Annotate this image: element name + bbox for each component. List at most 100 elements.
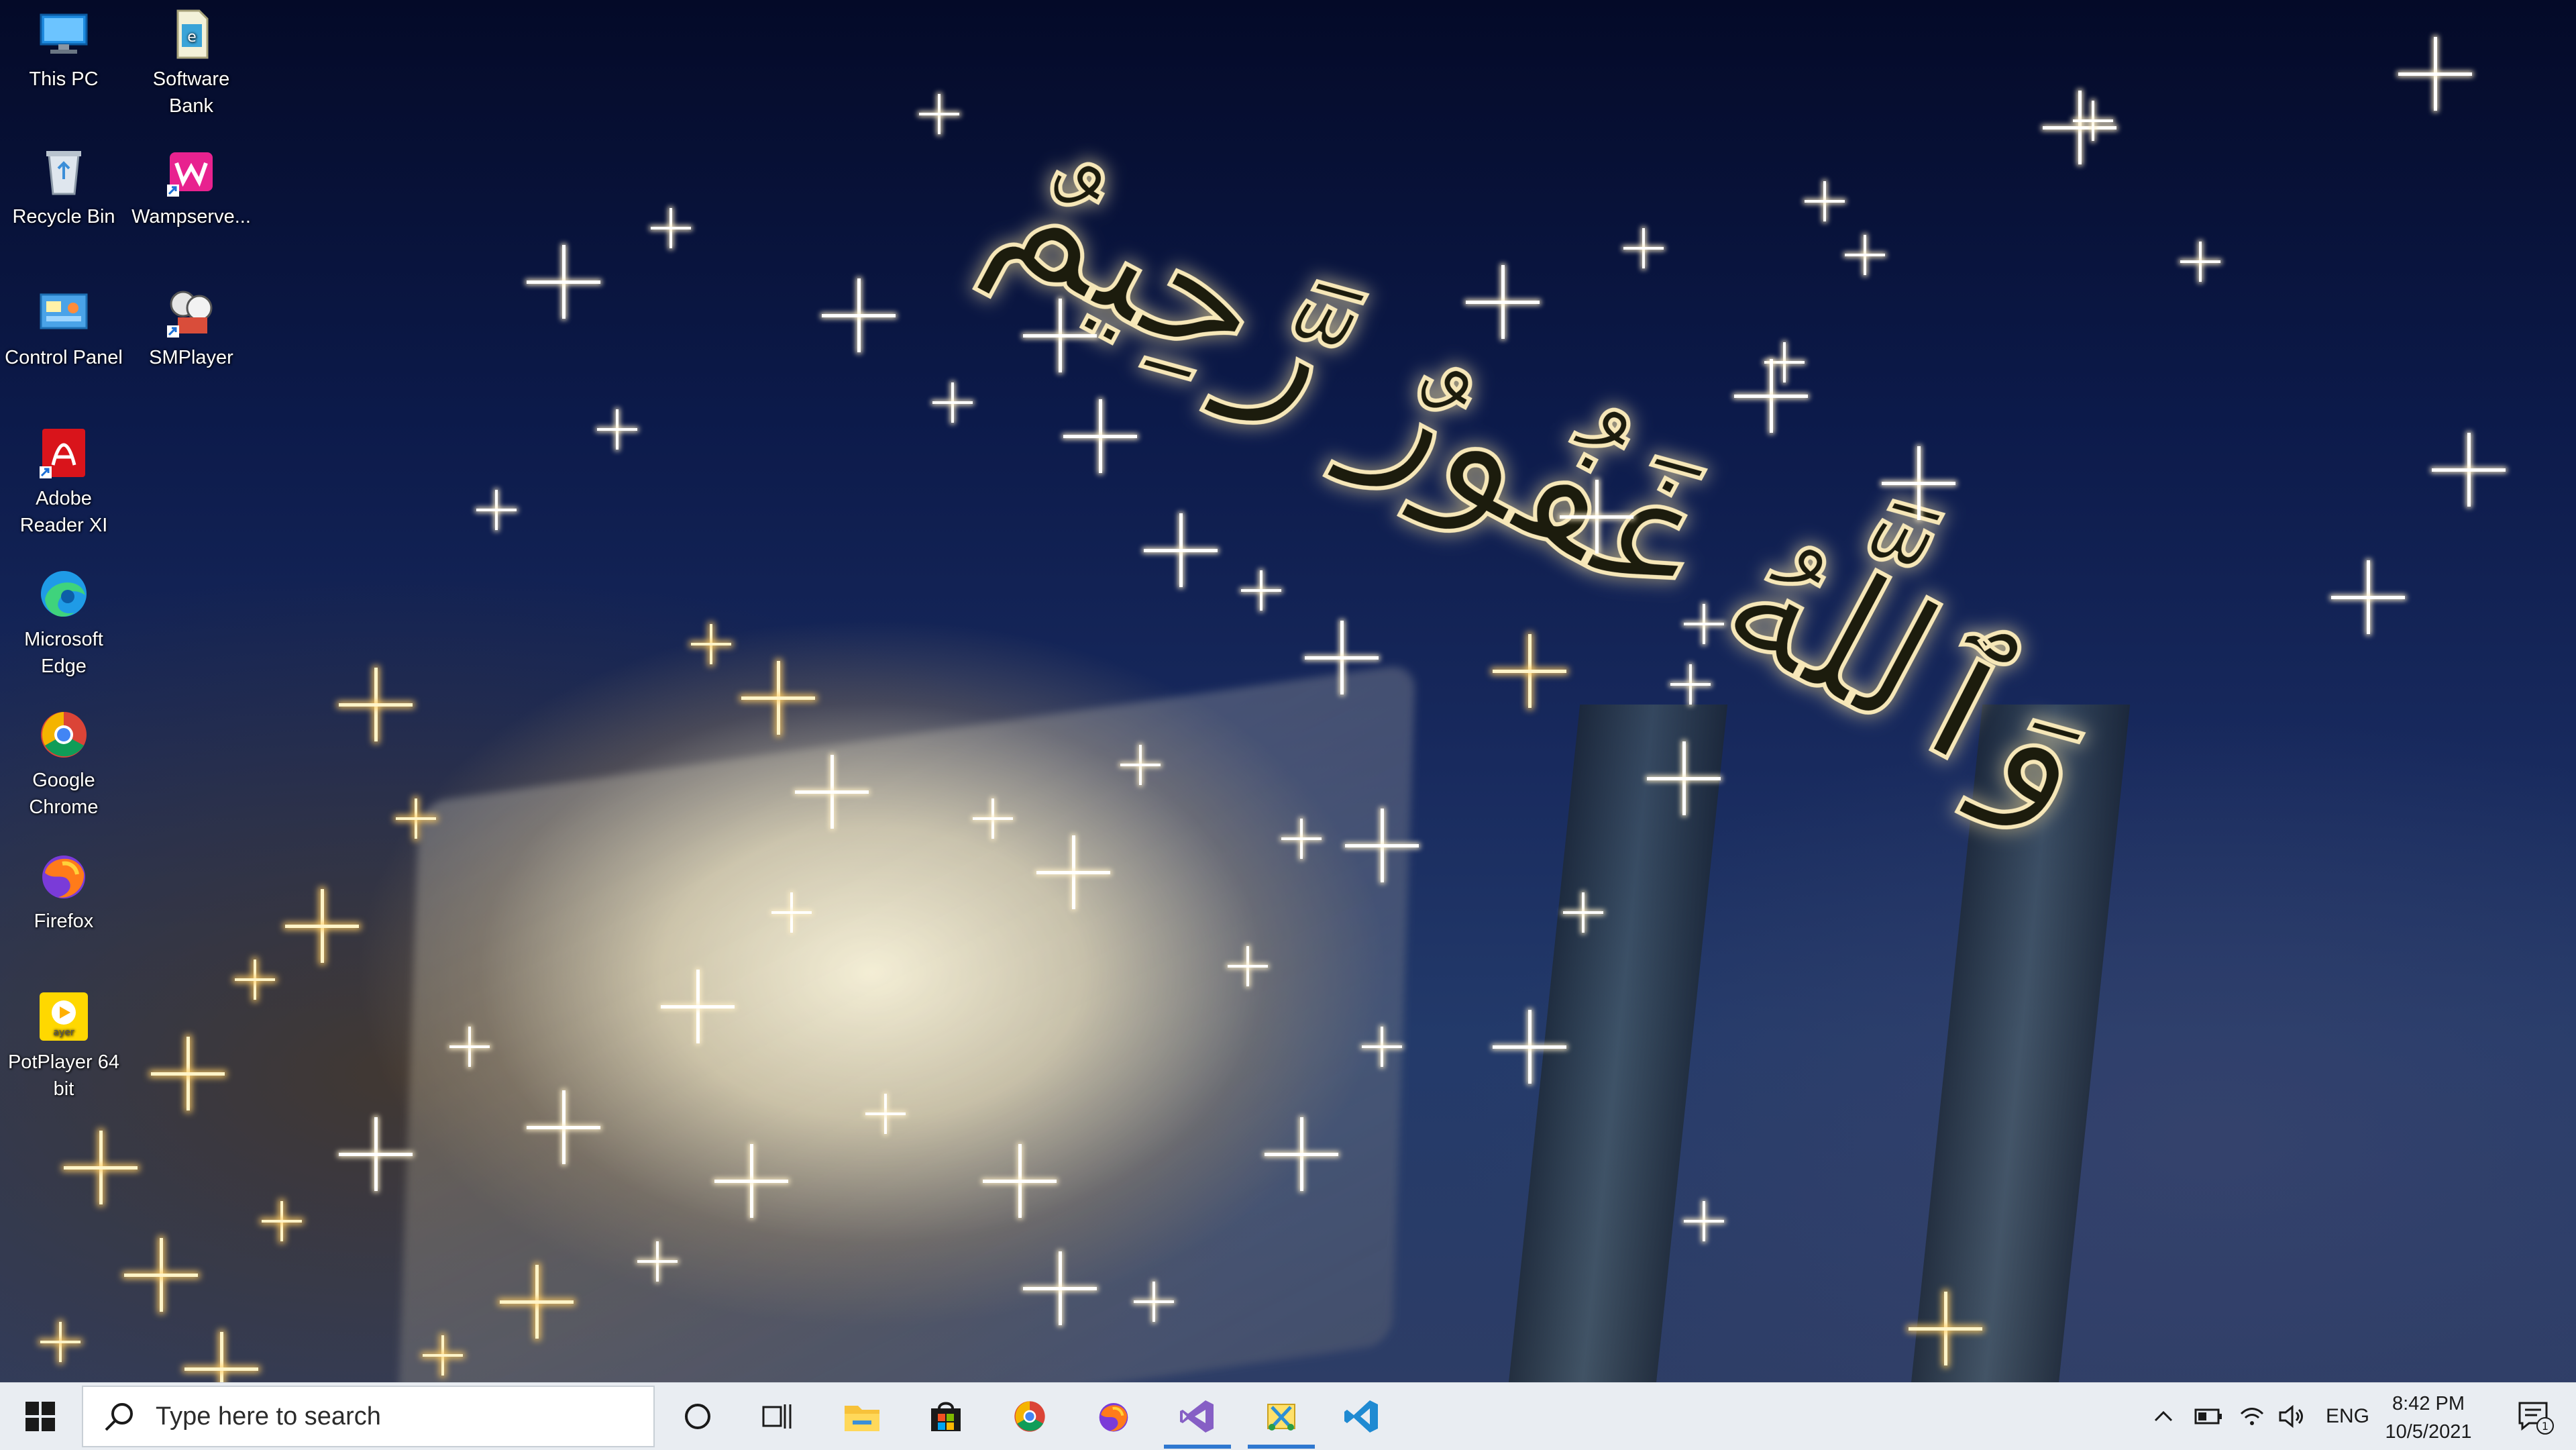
sparkle — [1563, 892, 1603, 933]
sparkle — [1845, 235, 1885, 275]
cortana-button[interactable] — [657, 1383, 738, 1450]
snipping-tool-button[interactable] — [1241, 1383, 1322, 1450]
cortana-icon — [685, 1404, 710, 1429]
sparkle — [1670, 664, 1711, 705]
taskbar-search-box[interactable]: Type here to search — [82, 1386, 655, 1447]
sparkle — [1265, 1117, 1338, 1191]
sparkle — [339, 1117, 413, 1191]
chrome-taskbar-button[interactable] — [989, 1383, 1070, 1450]
volume-icon[interactable] — [2277, 1403, 2307, 1430]
clock[interactable]: 8:42 PM 10/5/2021 — [2355, 1390, 2502, 1446]
wallpaper-calligraphy: وَٱللَّهُ غَفُورٌ رَّحِيمٌ — [961, 54, 2161, 858]
sparkle — [2073, 101, 2113, 141]
vscode-icon — [1344, 1400, 1378, 1433]
edge-icon — [36, 566, 92, 622]
sparkle — [1882, 446, 1955, 520]
sparkle — [1466, 265, 1540, 339]
desktop-icon-label: SMPlayer — [149, 347, 233, 368]
sparkle — [771, 892, 812, 933]
sparkle — [527, 1090, 600, 1164]
desktop-icon-label: Google Chrome — [29, 770, 99, 818]
desktop-icon-edge[interactable]: Microsoft Edge — [0, 560, 127, 680]
software-bank-icon: e — [163, 5, 219, 62]
sparkle — [597, 409, 637, 450]
sparkle — [1036, 835, 1110, 909]
sparkle — [741, 661, 815, 735]
chrome-icon — [1014, 1401, 1045, 1432]
microsoft-store-button[interactable] — [906, 1383, 986, 1450]
sparkle — [795, 755, 869, 829]
svg-text:e: e — [187, 29, 197, 46]
desktop-icon-label: Firefox — [34, 911, 94, 932]
sparkle — [983, 1144, 1057, 1218]
sparkle — [661, 970, 735, 1043]
sparkle — [1493, 1010, 1566, 1084]
desktop-icon-label: Software Bank — [152, 68, 230, 117]
chrome-icon — [36, 707, 92, 763]
control-panel-icon — [36, 284, 92, 340]
sparkle — [396, 798, 436, 839]
file-explorer-button[interactable] — [822, 1383, 902, 1450]
this-pc-icon — [36, 5, 92, 62]
sparkle — [1023, 1251, 1097, 1325]
desktop-icon-adobe-reader[interactable]: Adobe Reader XI — [0, 419, 127, 539]
desktop-icon-smplayer[interactable]: SMPlayer — [127, 278, 255, 371]
adobe-reader-icon — [36, 425, 92, 481]
desktop-icon-firefox[interactable]: Firefox — [0, 842, 127, 935]
sparkle — [1684, 1201, 1724, 1241]
sparkle — [1734, 359, 1808, 433]
windows-logo-icon — [25, 1402, 55, 1431]
file-explorer-icon — [845, 1406, 879, 1431]
desktop-icon-wampserver[interactable]: Wampserve... — [127, 138, 255, 230]
desktop-icon-potplayer[interactable]: ayer PotPlayer 64 bit — [0, 983, 127, 1102]
sparkle — [1228, 946, 1268, 986]
firefox-taskbar-button[interactable] — [1073, 1383, 1154, 1450]
sparkle — [1063, 399, 1137, 473]
store-icon — [931, 1402, 961, 1431]
sparkle — [1241, 570, 1281, 611]
start-button[interactable] — [0, 1383, 80, 1450]
desktop[interactable]: وَٱللَّهُ غَفُورٌ رَّحِيمٌ This PC Recyc… — [0, 0, 2576, 1382]
sparkle — [1134, 1282, 1174, 1322]
notification-count: 1 — [2542, 1420, 2548, 1433]
taskbar: Type here to search ENG 8:42 PM 10/5/202… — [0, 1382, 2576, 1450]
visual-studio-button[interactable] — [1157, 1383, 1238, 1450]
desktop-icon-label: This PC — [29, 68, 99, 90]
sparkle — [285, 889, 359, 963]
sparkle — [64, 1131, 138, 1204]
desktop-icon-software-bank[interactable]: e Software Bank — [127, 0, 255, 119]
desktop-icon-label: Wampserve... — [131, 206, 251, 227]
sparkle — [651, 208, 691, 248]
chevron-up-icon[interactable] — [2150, 1403, 2177, 1430]
sparkle — [1023, 299, 1097, 372]
battery-icon[interactable] — [2193, 1403, 2225, 1430]
sparkle — [476, 490, 517, 530]
desktop-icon-this-pc[interactable]: This PC — [0, 0, 127, 93]
action-center-button[interactable]: 1 — [2496, 1383, 2576, 1450]
task-view-button[interactable] — [738, 1383, 818, 1450]
smplayer-icon — [163, 284, 219, 340]
sparkle — [1305, 621, 1379, 694]
desktop-icon-recycle-bin[interactable]: Recycle Bin — [0, 138, 127, 230]
sparkle — [1345, 809, 1419, 882]
sparkle — [1560, 480, 1633, 554]
sparkle — [500, 1265, 574, 1339]
firefox-icon — [1099, 1403, 1128, 1432]
sparkle — [40, 1322, 80, 1362]
desktop-icon-label: PotPlayer 64 bit — [7, 1051, 120, 1100]
recycle-bin-icon — [36, 143, 92, 199]
desktop-icon-control-panel[interactable]: Control Panel — [0, 278, 127, 371]
firefox-icon — [36, 847, 92, 904]
sparkle — [527, 245, 600, 319]
sparkle — [919, 94, 959, 134]
sparkle — [973, 798, 1013, 839]
sparkle — [1144, 513, 1218, 587]
sparkle — [2432, 433, 2506, 507]
wifi-icon[interactable] — [2237, 1403, 2267, 1430]
desktop-icon-google-chrome[interactable]: Google Chrome — [0, 701, 127, 821]
sparkle — [262, 1201, 302, 1241]
calligraphy-text: وَٱللَّهُ غَفُورٌ رَّحِيمٌ — [963, 56, 2159, 856]
sparkle — [822, 278, 896, 352]
vscode-button[interactable] — [1322, 1383, 1402, 1450]
sparkle — [235, 960, 275, 1000]
